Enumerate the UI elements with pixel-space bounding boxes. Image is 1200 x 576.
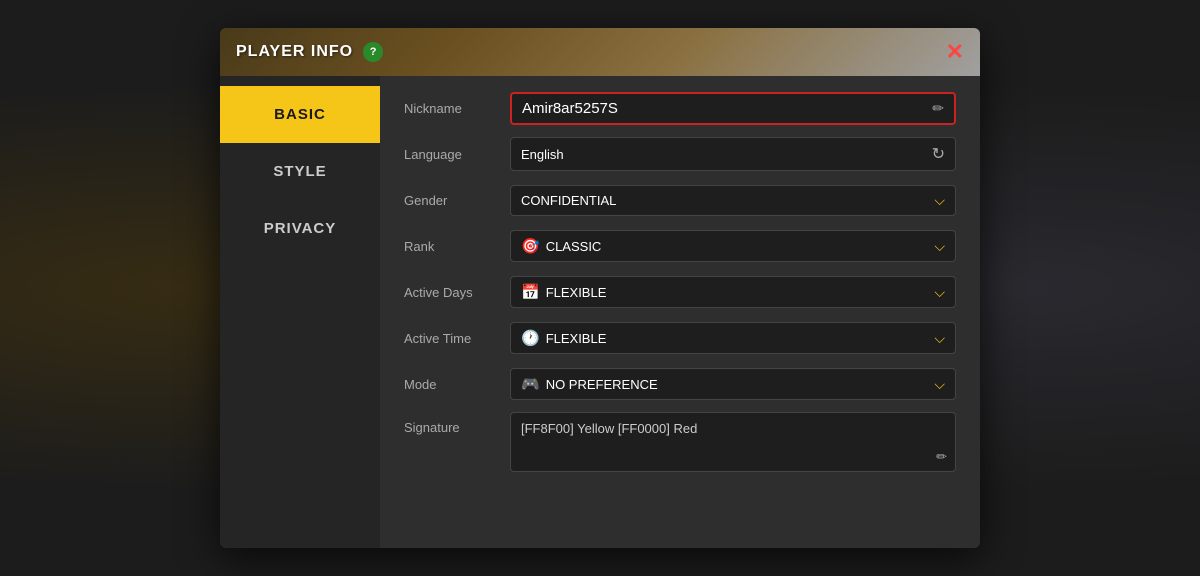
- language-refresh-icon[interactable]: ↻: [932, 144, 945, 164]
- dialog-header: PLAYER INFO ? ✕: [220, 28, 980, 76]
- active-time-dropdown-left: 🕐 FLEXIBLE: [521, 329, 606, 347]
- sidebar: BASIC STYLE PRIVACY: [220, 76, 380, 548]
- gender-row: Gender CONFIDENTIAL ⌵: [404, 182, 956, 218]
- active-days-icon: 📅: [521, 283, 540, 301]
- mode-label: Mode: [404, 377, 494, 392]
- rank-control: 🎯 CLASSIC ⌵: [510, 230, 956, 262]
- rank-row: Rank 🎯 CLASSIC ⌵: [404, 228, 956, 264]
- rank-chevron-icon: ⌵: [934, 238, 945, 255]
- language-label: Language: [404, 147, 494, 162]
- gender-label: Gender: [404, 193, 494, 208]
- help-icon[interactable]: ?: [363, 42, 383, 62]
- header-left: PLAYER INFO ?: [236, 42, 383, 62]
- gender-value: CONFIDENTIAL: [521, 193, 616, 208]
- signature-value: [FF8F00] Yellow [FF0000] Red: [521, 421, 945, 436]
- nickname-edit-icon[interactable]: ✏: [932, 100, 944, 117]
- active-days-row: Active Days 📅 FLEXIBLE ⌵: [404, 274, 956, 310]
- signature-box[interactable]: [FF8F00] Yellow [FF0000] Red ✏: [510, 412, 956, 472]
- language-control: English ↻: [510, 137, 956, 171]
- nickname-control: Amir8ar5257S ✏: [510, 92, 956, 125]
- rank-icon: 🎯: [521, 237, 540, 255]
- active-time-icon: 🕐: [521, 329, 540, 347]
- active-days-dropdown[interactable]: 📅 FLEXIBLE ⌵: [510, 276, 956, 308]
- content-area: Nickname Amir8ar5257S ✏ Language English…: [380, 76, 980, 548]
- gender-dropdown-left: CONFIDENTIAL: [521, 193, 616, 208]
- gender-control: CONFIDENTIAL ⌵: [510, 185, 956, 216]
- active-days-dropdown-left: 📅 FLEXIBLE: [521, 283, 606, 301]
- signature-edit-icon[interactable]: ✏: [936, 449, 947, 465]
- gender-chevron-icon: ⌵: [934, 192, 945, 209]
- signature-row: Signature [FF8F00] Yellow [FF0000] Red ✏: [404, 412, 956, 472]
- rank-label: Rank: [404, 239, 494, 254]
- signature-control: [FF8F00] Yellow [FF0000] Red ✏: [510, 412, 956, 472]
- mode-icon: 🎮: [521, 375, 540, 393]
- nickname-value: Amir8ar5257S: [522, 100, 618, 117]
- rank-dropdown-left: 🎯 CLASSIC: [521, 237, 601, 255]
- dialog-title: PLAYER INFO: [236, 43, 353, 61]
- rank-dropdown[interactable]: 🎯 CLASSIC ⌵: [510, 230, 956, 262]
- active-time-dropdown[interactable]: 🕐 FLEXIBLE ⌵: [510, 322, 956, 354]
- close-button[interactable]: ✕: [946, 41, 964, 63]
- nickname-label: Nickname: [404, 101, 494, 116]
- rank-value: CLASSIC: [546, 239, 602, 254]
- mode-dropdown-left: 🎮 NO PREFERENCE: [521, 375, 658, 393]
- mode-control: 🎮 NO PREFERENCE ⌵: [510, 368, 956, 400]
- nickname-row: Nickname Amir8ar5257S ✏: [404, 90, 956, 126]
- player-info-dialog: PLAYER INFO ? ✕ BASIC STYLE PRIVACY Nick…: [220, 28, 980, 548]
- language-row: Language English ↻: [404, 136, 956, 172]
- signature-label: Signature: [404, 412, 494, 435]
- mode-dropdown[interactable]: 🎮 NO PREFERENCE ⌵: [510, 368, 956, 400]
- active-time-chevron-icon: ⌵: [934, 330, 945, 347]
- active-time-value: FLEXIBLE: [546, 331, 607, 346]
- sidebar-item-privacy[interactable]: PRIVACY: [220, 200, 380, 257]
- dialog-body: BASIC STYLE PRIVACY Nickname Amir8ar5257…: [220, 76, 980, 548]
- active-days-chevron-icon: ⌵: [934, 284, 945, 301]
- mode-row: Mode 🎮 NO PREFERENCE ⌵: [404, 366, 956, 402]
- active-time-label: Active Time: [404, 331, 494, 346]
- sidebar-item-basic[interactable]: BASIC: [220, 86, 380, 143]
- active-days-label: Active Days: [404, 285, 494, 300]
- mode-value: NO PREFERENCE: [546, 377, 658, 392]
- language-box[interactable]: English ↻: [510, 137, 956, 171]
- active-days-value: FLEXIBLE: [546, 285, 607, 300]
- active-time-row: Active Time 🕐 FLEXIBLE ⌵: [404, 320, 956, 356]
- active-time-control: 🕐 FLEXIBLE ⌵: [510, 322, 956, 354]
- active-days-control: 📅 FLEXIBLE ⌵: [510, 276, 956, 308]
- sidebar-item-style[interactable]: STYLE: [220, 143, 380, 200]
- mode-chevron-icon: ⌵: [934, 376, 945, 393]
- nickname-box[interactable]: Amir8ar5257S ✏: [510, 92, 956, 125]
- gender-dropdown[interactable]: CONFIDENTIAL ⌵: [510, 185, 956, 216]
- language-value: English: [521, 147, 564, 162]
